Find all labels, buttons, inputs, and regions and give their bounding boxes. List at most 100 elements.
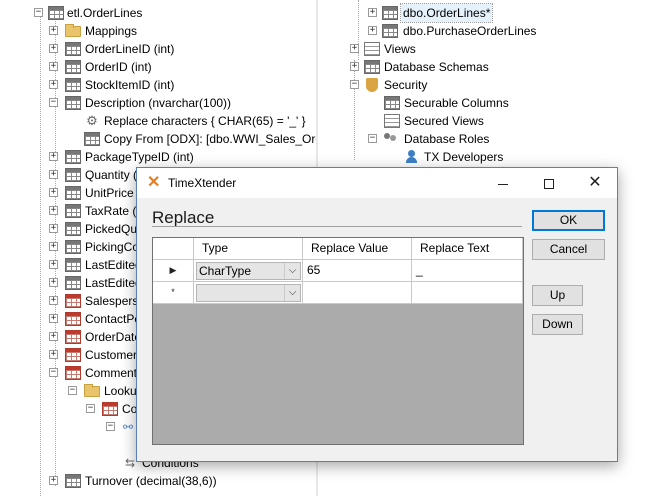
field-icon — [65, 474, 81, 488]
table-icon — [48, 6, 64, 20]
lookup-field-icon — [65, 366, 81, 380]
lookup-table-icon — [102, 402, 118, 416]
field-icon — [65, 258, 81, 272]
secured-views-icon — [384, 114, 400, 128]
expand-icon[interactable]: + — [49, 26, 58, 35]
minimize-icon — [498, 183, 508, 185]
column-header-type[interactable]: Type — [194, 238, 303, 260]
timextender-logo-icon: ✕ — [147, 174, 161, 191]
column-header-replace-text[interactable]: Replace Text — [412, 238, 523, 260]
field-key-icon — [65, 42, 81, 56]
field-icon — [65, 60, 81, 74]
minimize-button[interactable] — [480, 168, 526, 198]
expand-icon[interactable]: + — [368, 8, 377, 17]
move-down-button[interactable]: Down — [532, 314, 583, 335]
field-icon — [65, 150, 81, 164]
field-icon — [65, 96, 81, 110]
table-row-new[interactable]: * ⌵ — [153, 282, 523, 304]
replace-dialog: ✕ TimeXtender ✕ Replace Type Replace Val… — [136, 167, 618, 462]
replace-grid[interactable]: Type Replace Value Replace Text ▶ CharTy… — [152, 237, 524, 445]
expand-icon[interactable]: + — [49, 332, 58, 341]
maximize-icon — [544, 179, 554, 190]
person-icon — [404, 150, 420, 164]
copy-from-icon — [84, 132, 100, 146]
lookup-field-icon — [65, 294, 81, 308]
expand-icon[interactable]: + — [49, 296, 58, 305]
field-icon — [65, 78, 81, 92]
chevron-down-icon[interactable]: ⌵ — [284, 285, 300, 301]
cancel-button[interactable]: Cancel — [532, 239, 605, 260]
maximize-button[interactable] — [526, 168, 572, 198]
expand-icon[interactable]: + — [49, 224, 58, 233]
expand-icon[interactable]: + — [49, 260, 58, 269]
expand-icon[interactable]: + — [49, 314, 58, 323]
expand-icon[interactable]: + — [368, 26, 377, 35]
replace-value-cell[interactable] — [303, 282, 412, 304]
transformation-icon: ⚙ — [86, 113, 98, 128]
roles-icon — [382, 132, 398, 146]
table-row[interactable]: ▶ CharType ⌵ 65 _ — [153, 260, 523, 282]
collapse-icon[interactable]: − — [350, 80, 359, 89]
collapse-icon[interactable]: − — [49, 98, 58, 107]
type-value: CharType — [199, 264, 252, 278]
shield-icon — [366, 78, 378, 92]
replace-text-cell[interactable] — [412, 282, 523, 304]
field-icon — [65, 168, 81, 182]
close-button[interactable]: ✕ — [572, 168, 618, 198]
collapse-icon[interactable]: − — [86, 404, 95, 413]
dialog-heading: Replace — [152, 208, 215, 227]
expand-icon[interactable]: + — [49, 62, 58, 71]
expand-icon[interactable]: + — [49, 44, 58, 53]
expand-icon[interactable]: + — [49, 170, 58, 179]
folder-icon — [84, 384, 100, 397]
lookup-field-icon — [65, 312, 81, 326]
replace-text-cell[interactable]: _ — [412, 260, 523, 282]
expand-icon[interactable]: + — [350, 62, 359, 71]
row-header-corner — [153, 238, 194, 260]
expand-icon[interactable]: + — [49, 350, 58, 359]
expand-icon[interactable]: + — [49, 206, 58, 215]
expand-icon[interactable]: + — [49, 80, 58, 89]
dialog-title: TimeXtender — [168, 176, 237, 190]
field-icon — [65, 204, 81, 218]
schemas-icon — [364, 60, 380, 74]
field-icon — [65, 222, 81, 236]
column-header-replace-value[interactable]: Replace Value — [303, 238, 412, 260]
collapse-icon[interactable]: − — [49, 368, 58, 377]
chevron-down-icon[interactable]: ⌵ — [284, 263, 300, 279]
expand-icon[interactable]: + — [49, 476, 58, 485]
field-icon — [65, 186, 81, 200]
collapse-icon[interactable]: − — [368, 134, 377, 143]
grid-header-row: Type Replace Value Replace Text — [153, 238, 523, 260]
replace-value-cell[interactable]: 65 — [303, 260, 412, 282]
type-cell[interactable]: ⌵ — [194, 282, 303, 304]
heading-divider — [152, 226, 522, 227]
row-marker-current[interactable]: ▶ — [153, 260, 194, 282]
folder-icon — [65, 24, 81, 37]
type-combobox[interactable]: ⌵ — [196, 284, 301, 302]
move-up-button[interactable]: Up — [532, 285, 583, 306]
expand-icon[interactable]: + — [350, 44, 359, 53]
collapse-icon[interactable]: − — [106, 422, 115, 431]
relation-icon: ⚯ — [122, 420, 134, 434]
table-icon — [382, 6, 398, 20]
lookup-field-icon — [65, 330, 81, 344]
field-icon — [65, 240, 81, 254]
field-icon — [65, 276, 81, 290]
views-icon — [364, 42, 380, 56]
expand-icon[interactable]: + — [49, 242, 58, 251]
close-icon: ✕ — [588, 174, 602, 191]
expand-icon[interactable]: + — [49, 188, 58, 197]
row-marker-new[interactable]: * — [153, 282, 194, 304]
expand-icon[interactable]: + — [49, 278, 58, 287]
collapse-icon[interactable]: − — [68, 386, 77, 395]
lookup-field-icon — [65, 348, 81, 362]
expand-icon[interactable]: + — [49, 152, 58, 161]
ok-button[interactable]: OK — [532, 210, 605, 231]
type-cell[interactable]: CharType ⌵ — [194, 260, 303, 282]
dialog-titlebar[interactable]: ✕ TimeXtender ✕ — [137, 168, 617, 198]
collapse-icon[interactable]: − — [34, 8, 43, 17]
table-icon — [382, 24, 398, 38]
securable-columns-icon — [384, 96, 400, 110]
type-combobox[interactable]: CharType ⌵ — [196, 262, 301, 280]
